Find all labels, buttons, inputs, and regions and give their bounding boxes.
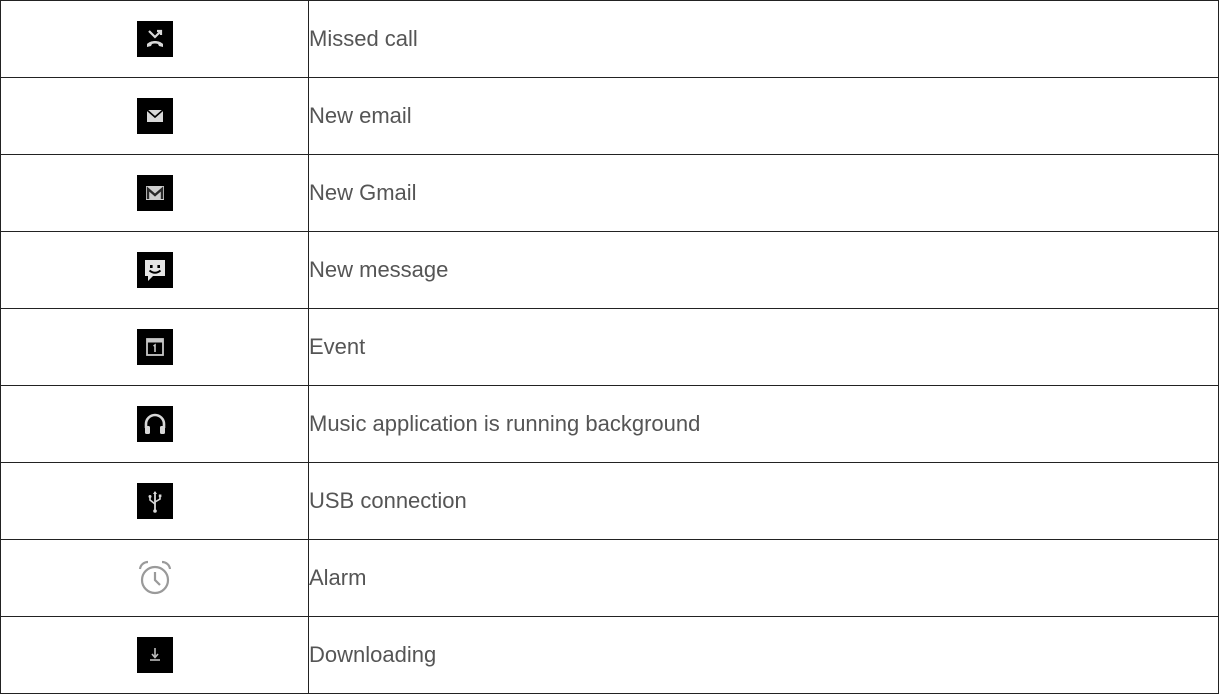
row-label: Missed call [308, 0, 1219, 78]
row-label: Downloading [308, 616, 1219, 694]
row-label: Alarm [308, 539, 1219, 617]
table-row: USB connection [0, 462, 1219, 540]
table-row: Missed call [0, 0, 1219, 78]
notification-icons-table: Missed call New email New Gmail New mess… [0, 0, 1219, 694]
icon-cell [0, 77, 309, 155]
gmail-icon [136, 175, 173, 211]
icon-cell [0, 154, 309, 232]
message-icon [136, 252, 173, 288]
download-icon [136, 637, 173, 673]
table-row: Event [0, 308, 1219, 386]
missed-call-icon [136, 21, 173, 57]
calendar-event-icon [136, 329, 173, 365]
icon-cell [0, 616, 309, 694]
icon-cell [0, 539, 309, 617]
icon-cell [0, 231, 309, 309]
row-label: New message [308, 231, 1219, 309]
row-label: New email [308, 77, 1219, 155]
headphones-icon [136, 406, 173, 442]
table-row: Music application is running background [0, 385, 1219, 463]
icon-cell [0, 462, 309, 540]
icon-cell [0, 308, 309, 386]
row-label: Music application is running background [308, 385, 1219, 463]
row-label: Event [308, 308, 1219, 386]
usb-icon [136, 483, 173, 519]
row-label: USB connection [308, 462, 1219, 540]
row-label: New Gmail [308, 154, 1219, 232]
icon-cell [0, 0, 309, 78]
table-row: Alarm [0, 539, 1219, 617]
table-row: New email [0, 77, 1219, 155]
table-row: New message [0, 231, 1219, 309]
icon-cell [0, 385, 309, 463]
email-icon [136, 98, 173, 134]
alarm-clock-icon [134, 557, 176, 599]
table-row: Downloading [0, 616, 1219, 694]
table-row: New Gmail [0, 154, 1219, 232]
